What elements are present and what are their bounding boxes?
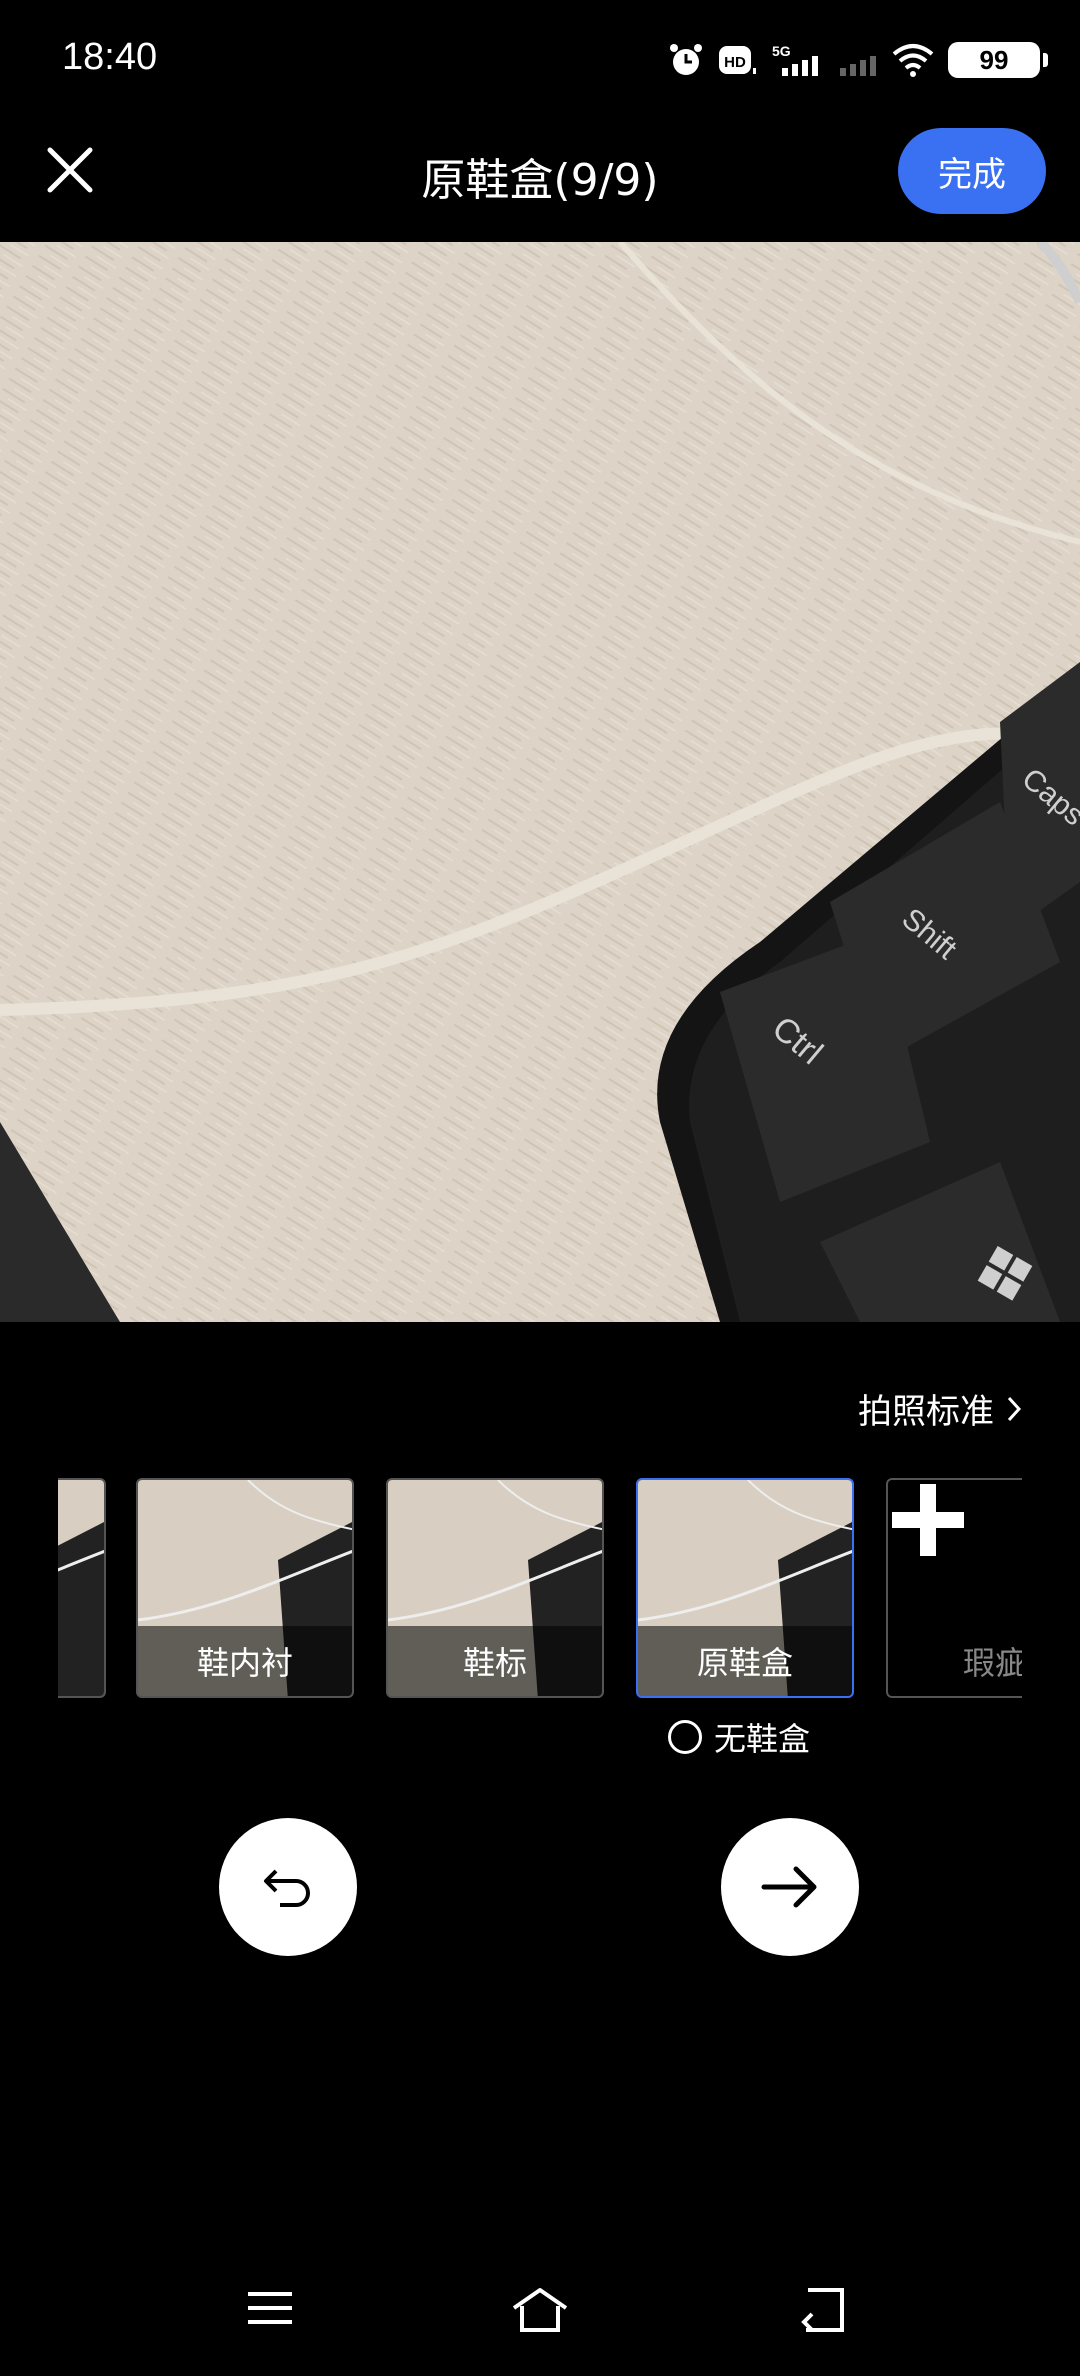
- status-bar: 18:40 HD 5G 99: [0, 0, 1080, 120]
- undo-icon: [264, 1869, 310, 1907]
- status-time: 18:40: [62, 36, 158, 78]
- navigation-bar: [0, 2240, 1080, 2376]
- photo-standard-label: 拍照标准: [858, 1392, 994, 1432]
- back-icon[interactable]: [798, 2286, 852, 2334]
- thumbnail-label: 鞋内衬: [138, 1626, 352, 1696]
- svg-text:HD: HD: [724, 54, 746, 71]
- battery-indicator: 99: [948, 42, 1048, 78]
- thumbnail-label: 原鞋盒: [638, 1626, 852, 1696]
- done-button[interactable]: 完成: [898, 128, 1046, 214]
- home-icon[interactable]: [510, 2286, 570, 2334]
- alarm-icon: [670, 44, 702, 75]
- status-icons: HD 5G 99: [668, 36, 1048, 84]
- thumbnail-item-selected[interactable]: 原鞋盒: [636, 1478, 854, 1698]
- svg-text:5G: 5G: [772, 43, 791, 59]
- radio-button[interactable]: [668, 1720, 702, 1754]
- thumbnail-label: 鞋标: [388, 1626, 602, 1696]
- thumbnail-item[interactable]: 鞋内衬: [136, 1478, 354, 1698]
- add-photo-label: 瑕疵: [962, 1644, 1022, 1682]
- undo-button[interactable]: [219, 1818, 357, 1956]
- signal-icon: [840, 56, 876, 76]
- 5g-signal-icon: 5G: [772, 43, 818, 76]
- no-box-option[interactable]: 无鞋盒: [668, 1714, 810, 1760]
- thumbnail-item[interactable]: 鞋标: [386, 1478, 604, 1698]
- thumbnail-item[interactable]: [58, 1478, 106, 1698]
- arrow-right-icon: [761, 1866, 817, 1908]
- plus-icon: [892, 1484, 964, 1556]
- next-button[interactable]: [721, 1818, 859, 1956]
- photo-preview: Caps Shift Ctrl: [0, 242, 1080, 1322]
- hd-icon: HD: [719, 46, 756, 74]
- chevron-right-icon: [1007, 1396, 1022, 1421]
- photo-standard-link[interactable]: 拍照标准: [858, 1384, 1022, 1433]
- add-photo-button[interactable]: 瑕疵: [886, 1478, 1022, 1698]
- photo-image: Caps Shift Ctrl: [0, 242, 1080, 1322]
- wifi-icon: [892, 44, 934, 77]
- no-box-label: 无鞋盒: [714, 1720, 811, 1758]
- header: 原鞋盒(9/9) 完成: [0, 120, 1080, 242]
- thumbnail-strip[interactable]: 鞋内衬 鞋标 原鞋盒 瑕疵: [58, 1478, 1022, 1702]
- menu-icon[interactable]: [246, 2286, 294, 2330]
